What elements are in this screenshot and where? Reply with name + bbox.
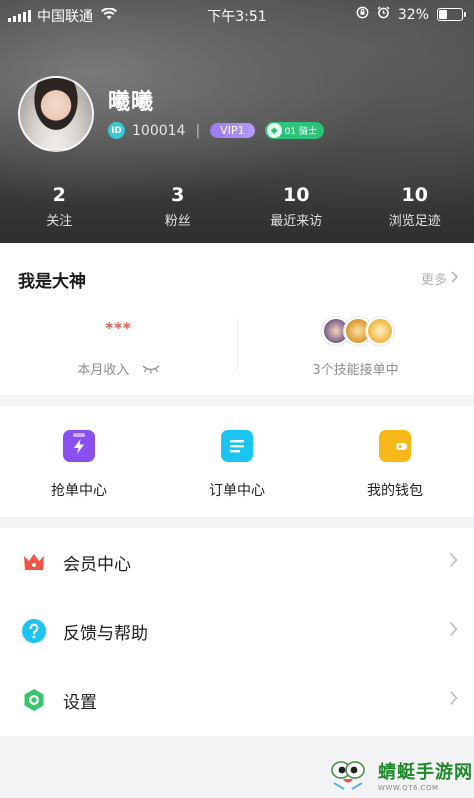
battery-icon (437, 8, 466, 21)
list-document-icon (221, 430, 253, 462)
stat-label: 最近来访 (270, 214, 323, 229)
crown-icon (22, 550, 46, 574)
knight-rank-badge: ◆ 01 骑士 (264, 122, 324, 139)
user-nickname: 曦曦 (108, 90, 155, 115)
user-id-row: ID 100014 | VIP1 ◆ 01 骑士 (108, 122, 324, 139)
profile-header: 中国联通 下午3:51 32% 曦曦 ID 100014 | VIP1 ◆ 01… (0, 0, 474, 243)
knight-rank-label: 01 骑士 (284, 127, 317, 137)
function-grid: 抢单中心 订单中心 我的钱包 (0, 406, 474, 517)
section-title: 我是大神 (18, 272, 86, 292)
function-label: 订单中心 (209, 483, 265, 499)
battery-percent: 32% (397, 6, 429, 23)
stats-bar: 2 关注 3 粉丝 10 最近来访 10 浏览足迹 (0, 184, 474, 229)
orientation-lock-icon (356, 6, 369, 23)
vip-badge: VIP1 (210, 123, 255, 138)
more-label: 更多 (420, 273, 447, 288)
my-wallet[interactable]: 我的钱包 (316, 430, 474, 500)
id-separator: | (195, 122, 201, 139)
stat-value: 10 (401, 184, 428, 206)
alarm-icon (377, 6, 390, 23)
dragonfly-logo-icon (328, 759, 368, 791)
wallet-icon (379, 430, 411, 462)
stat-following[interactable]: 2 关注 (0, 184, 119, 229)
shield-icon: ◆ (266, 123, 282, 138)
income-label-row: 本月收入 (0, 359, 237, 378)
stat-recent-visitors[interactable]: 10 最近来访 (237, 184, 356, 229)
order-center[interactable]: 订单中心 (158, 430, 316, 500)
income-label: 本月收入 (77, 363, 130, 378)
stat-value: 2 (52, 184, 66, 206)
avatar[interactable] (18, 76, 94, 152)
stat-value: 10 (283, 184, 310, 206)
skills-label[interactable]: 3个技能接单中 (237, 359, 474, 378)
user-id: 100014 (132, 122, 186, 139)
stat-label: 浏览足迹 (388, 214, 441, 229)
settings-menu: 会员中心 反馈与帮助 设置 (0, 528, 474, 736)
menu-label: 会员中心 (63, 555, 131, 575)
lightning-order-icon (63, 430, 95, 462)
grab-order-center[interactable]: 抢单中心 (0, 430, 158, 500)
chevron-right-icon (449, 621, 458, 641)
function-label: 抢单中心 (51, 483, 107, 499)
chevron-right-icon (449, 552, 458, 572)
income-value: *** (105, 319, 132, 337)
game-skill-icon (366, 317, 394, 345)
function-label: 我的钱包 (367, 483, 423, 499)
hexagon-settings-icon (22, 688, 46, 712)
question-icon (22, 619, 46, 643)
stat-label: 粉丝 (164, 214, 191, 229)
watermark: 蜻蜓手游网 WWW.QT6.COM (328, 758, 473, 792)
chevron-right-icon (451, 270, 459, 287)
chevron-right-icon (449, 690, 458, 710)
status-bar: 中国联通 下午3:51 32% (0, 0, 474, 30)
menu-item-settings[interactable]: 设置 (0, 666, 474, 735)
stat-fans[interactable]: 3 粉丝 (119, 184, 238, 229)
more-link[interactable]: 更多 (420, 269, 459, 288)
watermark-url: WWW.QT6.COM (378, 784, 439, 792)
skill-icons[interactable] (322, 317, 394, 345)
menu-item-membership[interactable]: 会员中心 (0, 528, 474, 597)
id-icon: ID (108, 122, 125, 139)
stat-value: 3 (171, 184, 185, 206)
eye-closed-icon[interactable] (142, 363, 160, 378)
menu-item-feedback-help[interactable]: 反馈与帮助 (0, 597, 474, 666)
stat-browse-history[interactable]: 10 浏览足迹 (356, 184, 474, 229)
menu-label: 反馈与帮助 (63, 624, 148, 644)
menu-label: 设置 (63, 693, 97, 713)
stat-label: 关注 (46, 214, 73, 229)
god-section: 我是大神 更多 *** 本月收入 3个技能接单中 (0, 243, 474, 395)
watermark-name: 蜻蜓手游网 (378, 762, 473, 783)
